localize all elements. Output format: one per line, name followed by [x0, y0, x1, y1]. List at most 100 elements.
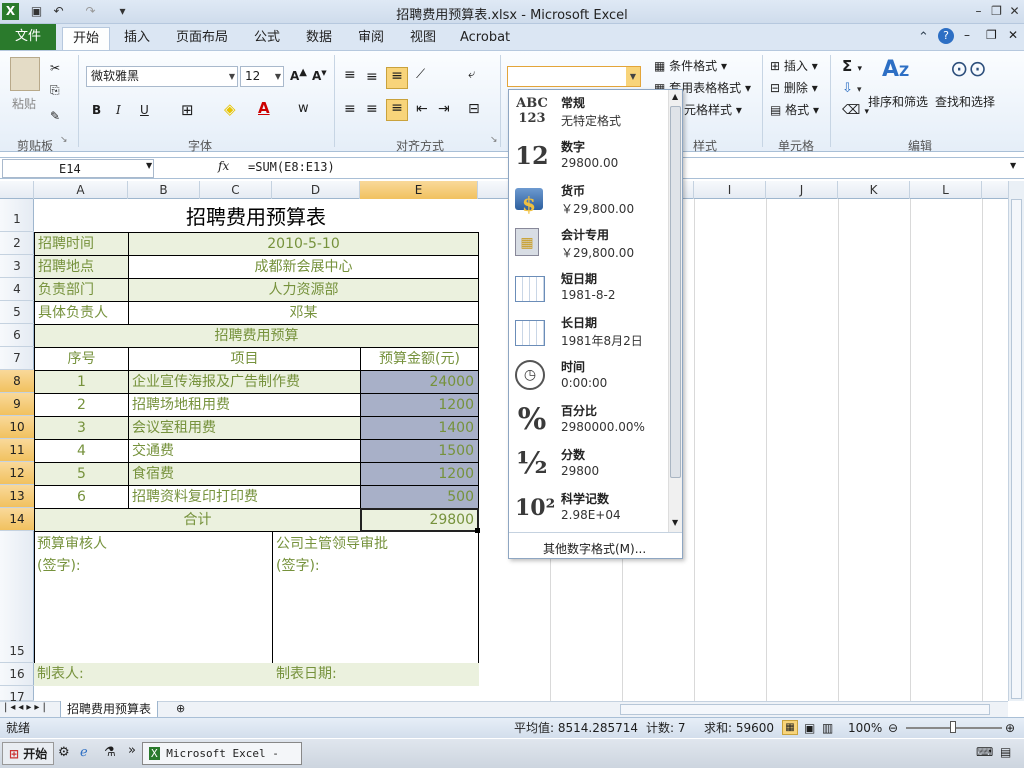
tab-home[interactable]: 开始	[62, 27, 111, 50]
cell-label[interactable]: 具体负责人	[34, 301, 129, 325]
workbook-restore-icon[interactable]: ❐	[986, 28, 997, 42]
column-title[interactable]: 项目	[128, 347, 361, 371]
row-header[interactable]: 5	[0, 301, 34, 324]
phonetic-icon[interactable]: w	[298, 101, 309, 116]
formula-input[interactable]: =SUM(E8:E13)	[248, 160, 335, 174]
format-long-date[interactable]: 长日期 1981年8月2日	[509, 310, 667, 354]
column-header[interactable]: C	[200, 181, 272, 199]
borders-icon[interactable]: ⊞	[181, 101, 194, 119]
select-all-corner[interactable]	[0, 181, 34, 199]
format-general[interactable]: ABC 123 常规 无特定格式	[509, 90, 667, 134]
total-value-active-cell[interactable]: 29800	[360, 508, 479, 532]
sheet-tab[interactable]: 招聘费用预算表	[60, 701, 159, 718]
cell-value[interactable]: 人力资源部	[128, 278, 479, 302]
total-label[interactable]: 合计	[34, 508, 361, 532]
table-row[interactable]: 24000	[360, 370, 479, 394]
table-row[interactable]: 6	[34, 485, 129, 509]
row-header[interactable]: 1	[0, 199, 34, 232]
dialog-launcher-icon[interactable]: ↘	[60, 135, 68, 145]
tab-insert[interactable]: 插入	[114, 27, 160, 50]
underline-button[interactable]: U	[140, 103, 149, 117]
row-header[interactable]: 12	[0, 462, 34, 485]
table-row[interactable]: 500	[360, 485, 479, 509]
more-number-formats-link[interactable]: 其他数字格式(M)...	[543, 540, 646, 557]
align-left-icon[interactable]: ≡	[344, 101, 356, 117]
row-header[interactable]: 17	[0, 686, 34, 704]
format-number[interactable]: 12 数字 29800.00	[509, 134, 667, 178]
format-short-date[interactable]: 短日期 1981-8-2	[509, 266, 667, 310]
increase-indent-icon[interactable]: ⇥	[438, 101, 450, 117]
row-header[interactable]: 3	[0, 255, 34, 278]
paste-button[interactable]: 粘贴	[12, 95, 36, 112]
scroll-down-icon[interactable]: ▼	[672, 518, 678, 527]
format-scientific[interactable]: 10² 科学记数 2.98E+04	[509, 486, 667, 530]
table-row[interactable]: 5	[34, 462, 129, 486]
column-header[interactable]: J	[766, 181, 838, 199]
fill-icon[interactable]: ⇩ ▾	[842, 81, 862, 96]
close-icon[interactable]: ✕	[1006, 3, 1023, 20]
find-select-button[interactable]: 查找和选择	[935, 93, 995, 110]
row-header[interactable]: 8	[0, 370, 34, 393]
sheet-nav-icon[interactable]: |◂◂▸▸|	[4, 702, 49, 713]
table-row[interactable]: 1200	[360, 393, 479, 417]
approver-label[interactable]: 公司主管领导审批	[276, 533, 388, 555]
tray-icon[interactable]: ▤	[1000, 745, 1011, 759]
row-header[interactable]: 15	[0, 531, 34, 663]
column-title[interactable]: 序号	[34, 347, 129, 371]
maker-label[interactable]: 制表人:	[34, 663, 479, 686]
popup-scrollbar[interactable]: ▲ ▼	[668, 90, 682, 532]
number-format-combo[interactable]: ▼	[507, 66, 641, 87]
reviewer-sign[interactable]: (签字):	[37, 555, 81, 577]
delete-cells-button[interactable]: ⊟ 删除 ▾	[770, 79, 818, 96]
vertical-scrollbar[interactable]	[1008, 181, 1024, 701]
font-name-combo[interactable]: 微软雅黑 ▼	[86, 66, 238, 87]
normal-view-icon[interactable]: ▦	[782, 720, 798, 735]
quicklaunch-icon[interactable]: ⚙	[58, 745, 70, 760]
page-break-icon[interactable]: ▥	[822, 718, 833, 738]
cell-label[interactable]: 招聘时间	[34, 232, 129, 256]
row-header[interactable]: 6	[0, 324, 34, 347]
workbook-close-icon[interactable]: ✕	[1008, 28, 1018, 42]
copy-icon[interactable]: ⎘	[50, 83, 60, 98]
cell-styles-button[interactable]: 元格样式 ▾	[684, 101, 742, 118]
cut-icon[interactable]: ✂	[50, 61, 60, 75]
row-header[interactable]: 9	[0, 393, 34, 416]
tab-formulas[interactable]: 公式	[244, 27, 290, 50]
paste-icon[interactable]	[10, 57, 40, 91]
wrap-text-icon[interactable]: ⤶	[468, 67, 475, 82]
table-row[interactable]: 1	[34, 370, 129, 394]
clear-icon[interactable]: ⌫ ▾	[842, 103, 869, 118]
grow-font-icon[interactable]: A▲	[290, 67, 307, 83]
orientation-icon[interactable]: ⟋	[416, 67, 425, 82]
table-row[interactable]: 1200	[360, 462, 479, 486]
decrease-indent-icon[interactable]: ⇤	[416, 101, 428, 117]
fill-color-icon[interactable]: ◈	[224, 100, 236, 118]
start-button[interactable]: ⊞ 开始	[2, 742, 55, 765]
minimize-icon[interactable]: –	[970, 3, 987, 20]
cell-label[interactable]: 招聘地点	[34, 255, 129, 279]
binoculars-icon[interactable]: ⊙⊙	[950, 57, 987, 82]
name-box[interactable]: E14	[2, 159, 154, 178]
zoom-out-icon[interactable]: ⊖	[888, 718, 898, 738]
table-row[interactable]: 企业宣传海报及广告制作费	[128, 370, 361, 394]
sheet-title[interactable]: 招聘费用预算表	[34, 203, 478, 231]
table-row[interactable]: 4	[34, 439, 129, 463]
approver-sign[interactable]: (签字):	[276, 555, 320, 577]
sort-filter-button[interactable]: 排序和筛选	[868, 93, 928, 110]
bold-button[interactable]: B	[92, 103, 101, 117]
autosum-button[interactable]: Σ ▾	[842, 57, 862, 75]
tab-acrobat[interactable]: Acrobat	[450, 27, 520, 50]
insert-cells-button[interactable]: ⊞ 插入 ▾	[770, 57, 818, 74]
align-middle-icon[interactable]: ≡	[366, 69, 378, 85]
expand-formula-icon[interactable]: ▼	[1010, 161, 1016, 170]
taskbar-excel-button[interactable]: X Microsoft Excel - ...	[142, 742, 302, 765]
merge-center-icon[interactable]: ⊟	[468, 101, 480, 117]
zoom-in-icon[interactable]: ⊕	[1005, 718, 1015, 738]
cell-value[interactable]: 成都新会展中心	[128, 255, 479, 279]
align-center-icon[interactable]: ≡	[366, 101, 378, 117]
column-header[interactable]: K	[838, 181, 910, 199]
restore-icon[interactable]: ❐	[988, 3, 1005, 20]
popup-scroll-thumb[interactable]	[670, 106, 681, 478]
format-percentage[interactable]: % 百分比 2980000.00%	[509, 398, 667, 442]
name-box-dropdown-icon[interactable]: ▼	[146, 161, 152, 170]
